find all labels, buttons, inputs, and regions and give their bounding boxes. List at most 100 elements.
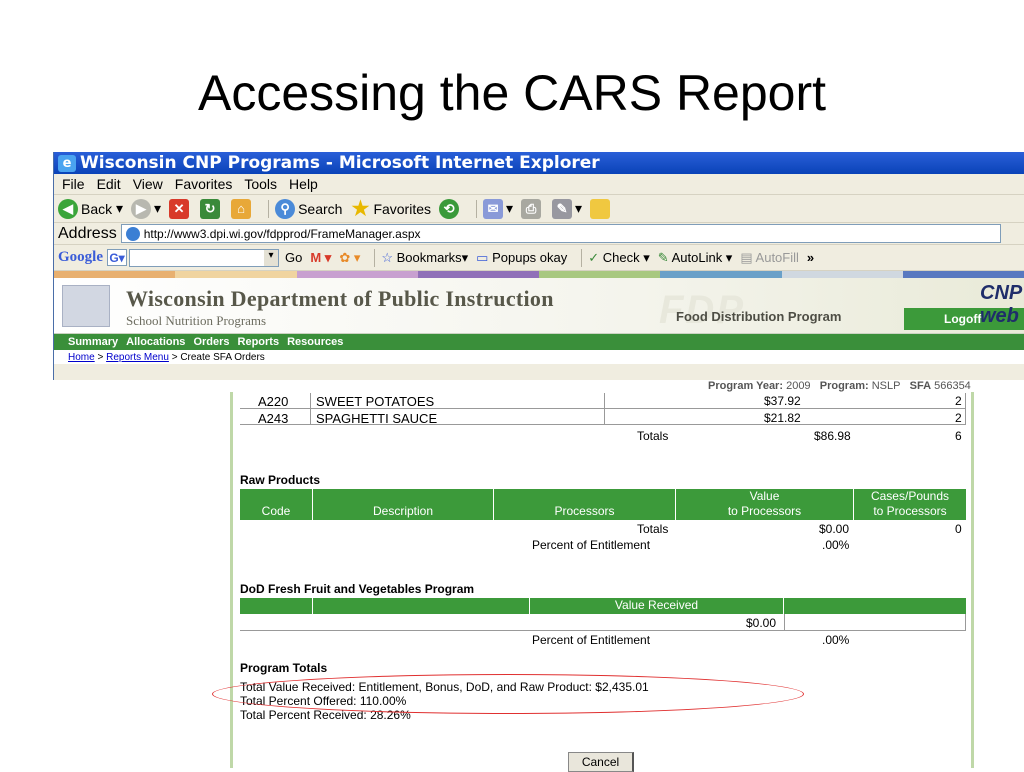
stop-button[interactable]: ✕ <box>169 198 192 219</box>
address-url: http://www3.dpi.wi.gov/fdpprod/FrameMana… <box>143 226 421 241</box>
window-titlebar: e Wisconsin CNP Programs - Microsoft Int… <box>54 152 1024 174</box>
stop-icon: ✕ <box>169 198 190 219</box>
home-button[interactable]: ⌂ <box>231 198 254 219</box>
header-cases: Cases/Pounds to Processors <box>870 489 950 518</box>
address-input[interactable]: http://www3.dpi.wi.gov/fdpprod/FrameMana… <box>120 224 1001 243</box>
menu-help[interactable]: Help <box>289 176 318 192</box>
raw-totals-label: Totals <box>637 522 669 536</box>
popup-icon: ▭ <box>476 249 489 265</box>
autolink-icon: ✎ <box>657 249 669 265</box>
spellcheck-icon: ✓ <box>588 249 600 265</box>
forward-button[interactable]: ▶ ▾ <box>131 198 161 219</box>
cnp-logo: CNP web <box>980 282 1022 327</box>
raw-percent-value: .00% <box>822 538 850 552</box>
google-menu-button[interactable]: G▾ <box>107 249 127 266</box>
commodity-cases: 2 <box>955 411 962 425</box>
folder-button[interactable] <box>590 198 613 219</box>
breadcrumb-home[interactable]: Home <box>68 352 95 363</box>
cancel-button[interactable]: Cancel <box>568 752 634 772</box>
site-nav: Summary Allocations Orders Reports Resou… <box>54 334 1024 350</box>
dod-row <box>240 614 966 631</box>
folder-icon <box>590 198 611 219</box>
back-button[interactable]: ◀ Back ▾ <box>58 198 123 219</box>
menu-file[interactable]: File <box>62 176 85 192</box>
more-button[interactable]: » <box>807 250 814 265</box>
commodity-totals-value: $86.98 <box>814 429 851 443</box>
dod-title: DoD Fresh Fruit and Vegetables Program <box>240 582 475 596</box>
menu-tools[interactable]: Tools <box>244 176 277 192</box>
breadcrumb-reports-menu[interactable]: Reports Menu <box>106 352 169 363</box>
nav-summary[interactable]: Summary <box>68 336 118 348</box>
nav-orders[interactable]: Orders <box>193 336 229 348</box>
menu-view[interactable]: View <box>133 176 163 192</box>
star-icon: ★ <box>351 198 370 220</box>
mail-button[interactable]: ✉ ▾ <box>483 198 513 219</box>
raw-products-header: Code Description Processors Value to Pro… <box>240 489 966 520</box>
commodity-totals-cases: 6 <box>955 429 962 443</box>
autolink-button[interactable]: ✎ AutoLink ▾ <box>658 250 733 266</box>
google-toolbar: Google G▾ Go M ▾ ✿ ▾ ☆ Bookmarks▾ ▭ Popu… <box>54 245 1024 271</box>
popups-button[interactable]: ▭ Popups okay <box>476 250 567 266</box>
commodity-description: SPAGHETTI SAUCE <box>316 411 438 426</box>
highlight-oval <box>212 674 804 714</box>
commodity-code: A243 <box>258 411 289 426</box>
search-button[interactable]: ⚲ Search <box>275 198 342 219</box>
nav-allocations[interactable]: Allocations <box>126 336 185 348</box>
color-stripe <box>54 271 1024 278</box>
history-icon: ⟲ <box>439 198 460 219</box>
dod-header-blank <box>313 598 530 614</box>
dod-header-blank <box>240 598 313 614</box>
google-search-input[interactable] <box>129 248 279 267</box>
address-label: Address <box>58 224 117 242</box>
autofill-icon: ▤ <box>740 249 753 265</box>
header-description: Description <box>313 489 494 520</box>
menu-edit[interactable]: Edit <box>97 176 121 192</box>
raw-totals-value: $0.00 <box>819 522 850 536</box>
commodity-value: $37.92 <box>764 394 801 408</box>
dod-header: Value Received <box>240 598 966 614</box>
window-title: Wisconsin CNP Programs - Microsoft Inter… <box>80 153 600 173</box>
forward-arrow-icon: ▶ <box>131 198 152 219</box>
slide-title: Accessing the CARS Report <box>197 65 827 121</box>
raw-percent-label: Percent of Entitlement <box>532 538 651 552</box>
menu-favorites[interactable]: Favorites <box>175 176 233 192</box>
fdp-label: Food Distribution Program <box>676 309 842 324</box>
bookmarks-button[interactable]: ☆ Bookmarks▾ <box>381 250 468 266</box>
dpi-title: Wisconsin Department of Public Instructi… <box>126 286 554 311</box>
dod-value: $0.00 <box>746 616 777 630</box>
standard-toolbar: ◀ Back ▾ ▶ ▾ ✕ ↻ ⌂ ⚲ Search ★ Favorites ⟲… <box>54 195 1024 223</box>
news-icon[interactable]: ✿ ▾ <box>339 250 360 266</box>
header-value: Value to Processors <box>676 489 854 520</box>
program-totals-title: Program Totals <box>240 661 328 675</box>
dod-header-value: Value Received <box>530 598 784 614</box>
program-info-line: Program Year: 2009 Program: NSLP SFA 566… <box>708 380 971 392</box>
mail-icon: ✉ <box>483 198 504 219</box>
refresh-button[interactable]: ↻ <box>200 198 223 219</box>
favorites-button[interactable]: ★ Favorites <box>350 198 431 220</box>
nav-reports[interactable]: Reports <box>238 336 280 348</box>
menu-bar: File Edit View Favorites Tools Help <box>54 174 1024 195</box>
breadcrumb-current: Create SFA Orders <box>180 351 265 363</box>
commodity-description: SWEET POTATOES <box>316 394 435 409</box>
autofill-button[interactable]: ▤ AutoFill <box>740 250 799 266</box>
google-go-button[interactable]: Go <box>285 250 302 265</box>
breadcrumb: Home > Reports Menu > Create SFA Orders <box>54 350 1024 364</box>
edit-icon: ✎ <box>552 198 573 219</box>
edit-button[interactable]: ✎ ▾ <box>552 198 582 219</box>
nav-resources[interactable]: Resources <box>287 336 343 348</box>
history-button[interactable]: ⟲ <box>439 198 462 219</box>
spellcheck-button[interactable]: ✓ Check ▾ <box>588 250 650 266</box>
page-icon <box>125 226 140 241</box>
toolbar-separator <box>374 248 376 267</box>
gmail-icon[interactable]: M ▾ <box>310 250 331 266</box>
header-processors: Processors <box>494 489 676 520</box>
commodity-code: A220 <box>258 394 289 409</box>
toolbar-separator <box>476 199 478 218</box>
google-logo: Google <box>58 249 103 265</box>
dpi-header: Wisconsin Department of Public Instructi… <box>54 278 1024 334</box>
wisconsin-map-icon <box>62 285 110 327</box>
commodity-cases: 2 <box>955 394 962 408</box>
dod-header-blank <box>784 598 966 614</box>
raw-products-title: Raw Products <box>240 473 321 487</box>
print-button[interactable]: ⎙ <box>521 198 544 219</box>
